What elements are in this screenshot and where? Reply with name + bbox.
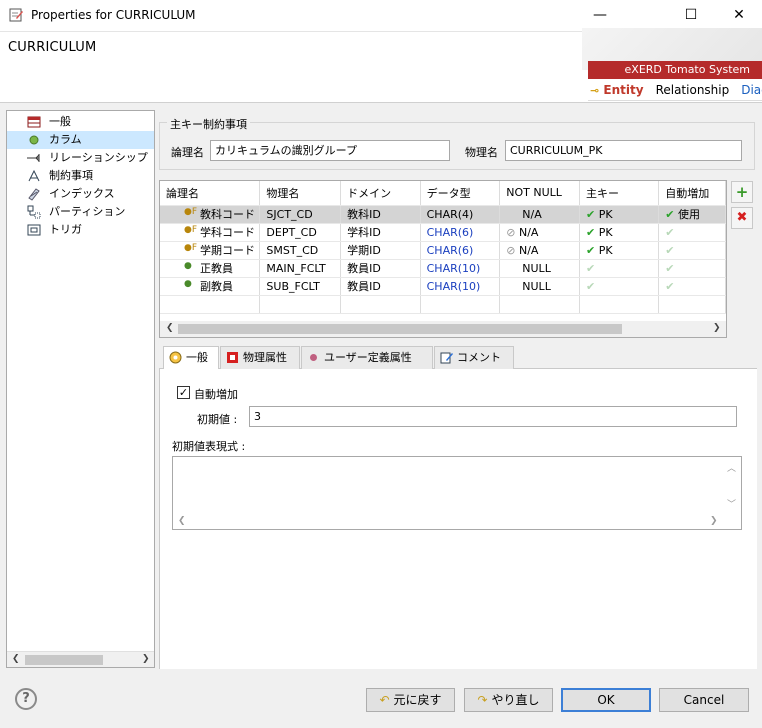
col-header-physical[interactable]: 物理名 (259, 181, 342, 206)
scroll-left-icon[interactable]: ❮ (166, 323, 174, 333)
check-icon: ✔ (665, 208, 675, 221)
scroll-left-icon[interactable]: ❮ (178, 516, 186, 526)
initial-value-field[interactable]: 3 (249, 406, 737, 427)
delete-column-button[interactable]: ✖ (731, 207, 753, 229)
help-button[interactable]: ? (15, 688, 37, 710)
tree-item-general[interactable]: 一般 (7, 113, 154, 131)
column-icon: ● (184, 260, 192, 271)
tree-item-indexes[interactable]: インデックス (7, 185, 154, 203)
scroll-right-icon[interactable]: ❯ (710, 516, 718, 526)
scroll-thumb[interactable] (25, 655, 103, 665)
logical-name-label: 論理名 (171, 146, 204, 159)
initial-value-label: 初期値 : (197, 413, 238, 426)
tree-item-columns[interactable]: カラム (7, 131, 154, 149)
fk-column-icon: ●F (184, 242, 198, 253)
check-icon: ✔ (665, 225, 675, 239)
table-row[interactable]: ● 正教員 MAIN_FCLT 教員ID CHAR(10) NULL ✔ ✔ (160, 259, 726, 278)
scroll-right-icon[interactable]: ❯ (713, 323, 721, 333)
cancel-button[interactable]: Cancel (659, 688, 749, 712)
fk-column-icon: ●F (184, 206, 198, 217)
diagram-tab[interactable]: Diag (741, 79, 762, 100)
check-icon: ✔ (665, 261, 675, 275)
undo-icon: ↶ (379, 693, 390, 707)
check-icon: ✔ (585, 243, 596, 257)
redo-button[interactable]: ↷ やり直し (464, 688, 553, 712)
scroll-down-icon[interactable]: ﹀ (727, 497, 736, 510)
disabled-icon: ⊘ (506, 225, 516, 239)
check-icon: ✔ (665, 279, 675, 293)
auto-increment-checkbox[interactable]: ✓ (177, 386, 190, 399)
table-row[interactable]: ●F 教科コード SJCT_CD 教科ID CHAR(4) N/A ✔ PK ✔ … (160, 205, 726, 224)
index-icon (28, 188, 40, 201)
logical-name-field[interactable]: カリキュラムの識別グループ (210, 140, 450, 161)
col-header-domain[interactable]: ドメイン (340, 181, 421, 206)
check-icon: ✔ (665, 243, 675, 257)
check-icon: ✔ (585, 261, 596, 275)
properties-icon (9, 8, 23, 22)
entity-name: CURRICULUM (8, 40, 97, 55)
tree-item-relationships[interactable]: リレーションシップ (7, 149, 154, 167)
tree-item-triggers[interactable]: トリガ (7, 221, 154, 239)
header-separator (0, 102, 762, 103)
column-table: 論理名 物理名 ドメイン データ型 NOT NULL 主キー 自動増加 ●F 教科… (160, 181, 726, 314)
check-icon: ✔ (585, 207, 596, 221)
header-row: 論理名 物理名 ドメイン データ型 NOT NULL 主キー 自動増加 (160, 181, 726, 206)
check-icon: ✔ (585, 279, 596, 293)
general-icon (169, 351, 182, 364)
user-attr-icon (310, 354, 317, 361)
tab-comment[interactable]: コメント (434, 346, 514, 369)
relationship-tab[interactable]: Relationship (656, 79, 730, 100)
comment-icon (440, 352, 453, 364)
tab-user-defined-attributes[interactable]: ユーザー定義属性 (301, 346, 433, 369)
relationship-icon (27, 154, 40, 162)
tree-horizontal-scrollbar[interactable]: ❮ ❯ (7, 651, 154, 667)
tab-physical-attributes[interactable]: 物理属性 (220, 346, 300, 369)
scroll-up-icon[interactable]: ︿ (727, 461, 736, 474)
entity-tab[interactable]: ⊸ Entity (588, 79, 644, 100)
scroll-right-icon[interactable]: ❯ (142, 654, 150, 664)
initial-expression-textarea[interactable] (172, 456, 742, 530)
column-grid: 論理名 物理名 ドメイン データ型 NOT NULL 主キー 自動増加 ●F 教科… (159, 180, 727, 338)
physical-name-field[interactable]: CURRICULUM_PK (505, 140, 742, 161)
add-column-button[interactable]: + (731, 181, 753, 203)
tree-item-partitions[interactable]: パーティション (7, 203, 154, 221)
initial-expression-label: 初期値表現式 : (172, 440, 246, 453)
disabled-icon: ⊘ (506, 243, 516, 257)
col-header-autoinc[interactable]: 自動増加 (658, 181, 726, 206)
category-tree: 一般 カラム リレーションシップ 制約事項 インデックス パーティション トリガ… (6, 110, 155, 668)
physical-name-label: 物理名 (465, 146, 498, 159)
editor-tabs: ⊸ Entity Relationship Diag (588, 79, 762, 101)
fk-column-icon: ●F (184, 224, 198, 235)
table-row[interactable]: ●F 学科コード DEPT_CD 学科ID CHAR(6) ⊘ N/A ✔ PK … (160, 223, 726, 242)
col-header-notnull[interactable]: NOT NULL (499, 181, 580, 206)
tree-item-constraints[interactable]: 制約事項 (7, 167, 154, 185)
physical-icon (227, 352, 238, 363)
check-icon: ✔ (585, 225, 596, 239)
column-icon: ● (184, 278, 192, 289)
col-header-datatype[interactable]: データ型 (420, 181, 501, 206)
constraint-icon (28, 169, 40, 182)
table-icon (27, 116, 41, 128)
scroll-left-icon[interactable]: ❮ (12, 654, 20, 664)
redo-icon: ↷ (477, 693, 488, 707)
pk-constraint-title: 主キー制約事項 (167, 116, 250, 132)
auto-increment-label: 自動増加 (194, 388, 238, 401)
table-row[interactable]: ●F 学期コード SMST_CD 学期ID CHAR(6) ⊘ N/A ✔ PK … (160, 241, 726, 260)
tab-general[interactable]: 一般 (163, 346, 219, 370)
col-header-pk[interactable]: 主キー (579, 181, 660, 206)
ok-button[interactable]: OK (561, 688, 651, 712)
col-header-logical[interactable]: 論理名 (160, 181, 261, 206)
window-title: Properties for CURRICULUM (31, 8, 196, 22)
scroll-thumb[interactable] (178, 324, 622, 334)
key-icon: ⊸ (590, 84, 600, 97)
column-icon (29, 135, 39, 145)
detail-tabbar: 一般 物理属性 ユーザー定義属性 コメント (159, 346, 757, 370)
exerd-banner: eXERD Tomato System (588, 61, 762, 79)
undo-button[interactable]: ↶ 元に戻す (366, 688, 455, 712)
grid-horizontal-scrollbar[interactable]: ❮ ❯ (160, 321, 726, 337)
partition-icon (27, 205, 41, 219)
trigger-icon (27, 224, 41, 236)
table-row (160, 295, 726, 314)
table-row[interactable]: ● 副教員 SUB_FCLT 教員ID CHAR(10) NULL ✔ ✔ (160, 277, 726, 296)
